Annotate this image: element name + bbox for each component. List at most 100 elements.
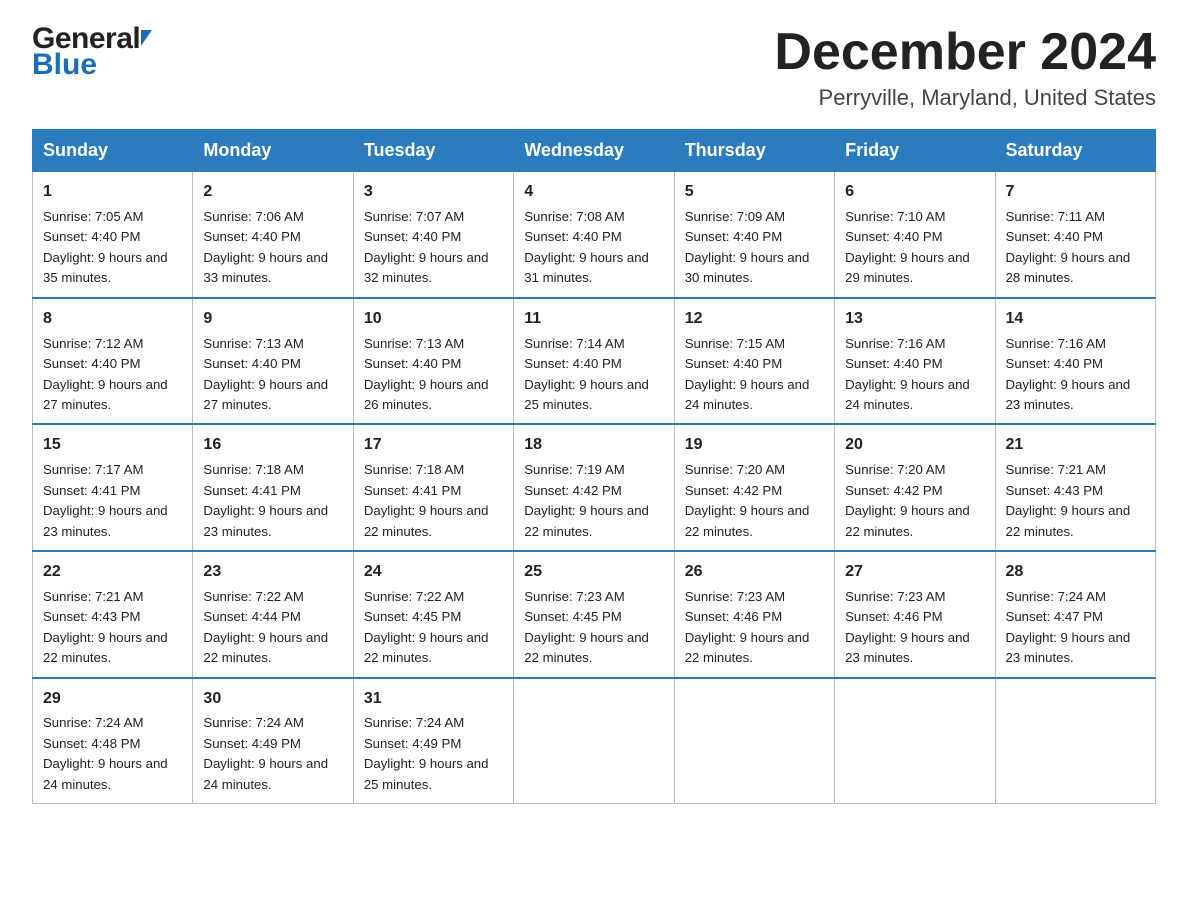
- day-number: 25: [524, 560, 663, 585]
- title-area: December 2024 Perryville, Maryland, Unit…: [774, 24, 1156, 111]
- calendar-cell: 21Sunrise: 7:21 AMSunset: 4:43 PMDayligh…: [995, 424, 1155, 551]
- day-info: Sunrise: 7:24 AMSunset: 4:48 PMDaylight:…: [43, 713, 182, 795]
- day-info: Sunrise: 7:22 AMSunset: 4:45 PMDaylight:…: [364, 587, 503, 669]
- day-info: Sunrise: 7:16 AMSunset: 4:40 PMDaylight:…: [1006, 334, 1145, 416]
- day-number: 19: [685, 433, 824, 458]
- day-number: 2: [203, 180, 342, 205]
- day-number: 1: [43, 180, 182, 205]
- day-info: Sunrise: 7:07 AMSunset: 4:40 PMDaylight:…: [364, 207, 503, 289]
- calendar-cell: 8Sunrise: 7:12 AMSunset: 4:40 PMDaylight…: [33, 298, 193, 425]
- weekday-header-friday: Friday: [835, 130, 995, 172]
- calendar-cell: 22Sunrise: 7:21 AMSunset: 4:43 PMDayligh…: [33, 551, 193, 678]
- calendar-table: SundayMondayTuesdayWednesdayThursdayFrid…: [32, 129, 1156, 804]
- day-number: 27: [845, 560, 984, 585]
- day-number: 29: [43, 687, 182, 712]
- day-info: Sunrise: 7:21 AMSunset: 4:43 PMDaylight:…: [1006, 460, 1145, 542]
- calendar-cell: [674, 678, 834, 804]
- day-info: Sunrise: 7:24 AMSunset: 4:49 PMDaylight:…: [203, 713, 342, 795]
- weekday-header-thursday: Thursday: [674, 130, 834, 172]
- weekday-header-monday: Monday: [193, 130, 353, 172]
- calendar-cell: 26Sunrise: 7:23 AMSunset: 4:46 PMDayligh…: [674, 551, 834, 678]
- calendar-cell: 31Sunrise: 7:24 AMSunset: 4:49 PMDayligh…: [353, 678, 513, 804]
- day-info: Sunrise: 7:17 AMSunset: 4:41 PMDaylight:…: [43, 460, 182, 542]
- weekday-header-saturday: Saturday: [995, 130, 1155, 172]
- logo-line2: Blue: [32, 50, 152, 80]
- day-info: Sunrise: 7:24 AMSunset: 4:47 PMDaylight:…: [1006, 587, 1145, 669]
- calendar-cell: 18Sunrise: 7:19 AMSunset: 4:42 PMDayligh…: [514, 424, 674, 551]
- calendar-cell: 28Sunrise: 7:24 AMSunset: 4:47 PMDayligh…: [995, 551, 1155, 678]
- day-info: Sunrise: 7:13 AMSunset: 4:40 PMDaylight:…: [203, 334, 342, 416]
- calendar-cell: 30Sunrise: 7:24 AMSunset: 4:49 PMDayligh…: [193, 678, 353, 804]
- location-title: Perryville, Maryland, United States: [774, 85, 1156, 111]
- calendar-cell: 3Sunrise: 7:07 AMSunset: 4:40 PMDaylight…: [353, 172, 513, 298]
- day-number: 8: [43, 307, 182, 332]
- day-info: Sunrise: 7:16 AMSunset: 4:40 PMDaylight:…: [845, 334, 984, 416]
- calendar-cell: [835, 678, 995, 804]
- month-title: December 2024: [774, 24, 1156, 81]
- calendar-cell: 27Sunrise: 7:23 AMSunset: 4:46 PMDayligh…: [835, 551, 995, 678]
- calendar-cell: 6Sunrise: 7:10 AMSunset: 4:40 PMDaylight…: [835, 172, 995, 298]
- day-number: 13: [845, 307, 984, 332]
- calendar-cell: 15Sunrise: 7:17 AMSunset: 4:41 PMDayligh…: [33, 424, 193, 551]
- day-number: 17: [364, 433, 503, 458]
- calendar-cell: 5Sunrise: 7:09 AMSunset: 4:40 PMDaylight…: [674, 172, 834, 298]
- day-info: Sunrise: 7:24 AMSunset: 4:49 PMDaylight:…: [364, 713, 503, 795]
- day-info: Sunrise: 7:18 AMSunset: 4:41 PMDaylight:…: [203, 460, 342, 542]
- day-info: Sunrise: 7:20 AMSunset: 4:42 PMDaylight:…: [685, 460, 824, 542]
- calendar-cell: 4Sunrise: 7:08 AMSunset: 4:40 PMDaylight…: [514, 172, 674, 298]
- day-number: 15: [43, 433, 182, 458]
- day-info: Sunrise: 7:14 AMSunset: 4:40 PMDaylight:…: [524, 334, 663, 416]
- day-number: 22: [43, 560, 182, 585]
- calendar-cell: 17Sunrise: 7:18 AMSunset: 4:41 PMDayligh…: [353, 424, 513, 551]
- day-number: 14: [1006, 307, 1145, 332]
- calendar-cell: 11Sunrise: 7:14 AMSunset: 4:40 PMDayligh…: [514, 298, 674, 425]
- day-info: Sunrise: 7:05 AMSunset: 4:40 PMDaylight:…: [43, 207, 182, 289]
- day-info: Sunrise: 7:18 AMSunset: 4:41 PMDaylight:…: [364, 460, 503, 542]
- logo: General Blue: [32, 24, 152, 80]
- calendar-cell: 19Sunrise: 7:20 AMSunset: 4:42 PMDayligh…: [674, 424, 834, 551]
- calendar-cell: [995, 678, 1155, 804]
- day-info: Sunrise: 7:11 AMSunset: 4:40 PMDaylight:…: [1006, 207, 1145, 289]
- page-header: General Blue December 2024 Perryville, M…: [32, 24, 1156, 111]
- weekday-header-tuesday: Tuesday: [353, 130, 513, 172]
- day-info: Sunrise: 7:20 AMSunset: 4:42 PMDaylight:…: [845, 460, 984, 542]
- day-number: 6: [845, 180, 984, 205]
- day-number: 11: [524, 307, 663, 332]
- day-number: 31: [364, 687, 503, 712]
- day-number: 20: [845, 433, 984, 458]
- day-info: Sunrise: 7:21 AMSunset: 4:43 PMDaylight:…: [43, 587, 182, 669]
- day-number: 12: [685, 307, 824, 332]
- day-info: Sunrise: 7:19 AMSunset: 4:42 PMDaylight:…: [524, 460, 663, 542]
- day-info: Sunrise: 7:12 AMSunset: 4:40 PMDaylight:…: [43, 334, 182, 416]
- day-info: Sunrise: 7:23 AMSunset: 4:46 PMDaylight:…: [845, 587, 984, 669]
- calendar-cell: 13Sunrise: 7:16 AMSunset: 4:40 PMDayligh…: [835, 298, 995, 425]
- day-number: 24: [364, 560, 503, 585]
- calendar-cell: 12Sunrise: 7:15 AMSunset: 4:40 PMDayligh…: [674, 298, 834, 425]
- day-info: Sunrise: 7:09 AMSunset: 4:40 PMDaylight:…: [685, 207, 824, 289]
- day-info: Sunrise: 7:08 AMSunset: 4:40 PMDaylight:…: [524, 207, 663, 289]
- day-number: 16: [203, 433, 342, 458]
- calendar-cell: 10Sunrise: 7:13 AMSunset: 4:40 PMDayligh…: [353, 298, 513, 425]
- weekday-header-sunday: Sunday: [33, 130, 193, 172]
- day-number: 26: [685, 560, 824, 585]
- day-number: 4: [524, 180, 663, 205]
- day-number: 18: [524, 433, 663, 458]
- calendar-cell: 2Sunrise: 7:06 AMSunset: 4:40 PMDaylight…: [193, 172, 353, 298]
- calendar-cell: 23Sunrise: 7:22 AMSunset: 4:44 PMDayligh…: [193, 551, 353, 678]
- day-info: Sunrise: 7:10 AMSunset: 4:40 PMDaylight:…: [845, 207, 984, 289]
- day-number: 21: [1006, 433, 1145, 458]
- calendar-cell: 25Sunrise: 7:23 AMSunset: 4:45 PMDayligh…: [514, 551, 674, 678]
- day-number: 10: [364, 307, 503, 332]
- day-info: Sunrise: 7:23 AMSunset: 4:46 PMDaylight:…: [685, 587, 824, 669]
- day-number: 30: [203, 687, 342, 712]
- day-info: Sunrise: 7:22 AMSunset: 4:44 PMDaylight:…: [203, 587, 342, 669]
- day-info: Sunrise: 7:23 AMSunset: 4:45 PMDaylight:…: [524, 587, 663, 669]
- day-info: Sunrise: 7:06 AMSunset: 4:40 PMDaylight:…: [203, 207, 342, 289]
- day-number: 5: [685, 180, 824, 205]
- weekday-header-wednesday: Wednesday: [514, 130, 674, 172]
- calendar-cell: 29Sunrise: 7:24 AMSunset: 4:48 PMDayligh…: [33, 678, 193, 804]
- calendar-cell: 16Sunrise: 7:18 AMSunset: 4:41 PMDayligh…: [193, 424, 353, 551]
- calendar-cell: 7Sunrise: 7:11 AMSunset: 4:40 PMDaylight…: [995, 172, 1155, 298]
- calendar-cell: 1Sunrise: 7:05 AMSunset: 4:40 PMDaylight…: [33, 172, 193, 298]
- calendar-cell: [514, 678, 674, 804]
